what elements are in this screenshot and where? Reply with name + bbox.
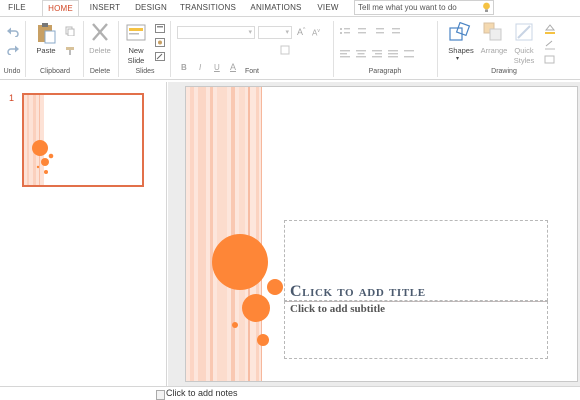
notes-placeholder[interactable]: Click to add notes: [166, 388, 238, 398]
group-paragraph-label: Paragraph: [368, 68, 402, 75]
ribbon: Undo Paste Clipboard Delete Delete New S…: [0, 16, 580, 80]
quick-styles-icon[interactable]: [514, 22, 536, 44]
group-undo-label: Undo: [3, 68, 21, 75]
font-size-select[interactable]: ▾: [258, 26, 292, 39]
quick-styles-label-1[interactable]: Quick: [509, 46, 539, 55]
delete-button-label[interactable]: Delete: [84, 46, 116, 55]
delete-icon[interactable]: [91, 22, 109, 42]
reset-icon[interactable]: [155, 38, 165, 47]
tab-animations[interactable]: ANIMATIONS: [248, 0, 304, 16]
tab-design[interactable]: DESIGN: [132, 0, 170, 16]
new-slide-label-1[interactable]: New: [122, 46, 150, 55]
separator: [333, 21, 334, 77]
ribbon-tabs: FILE HOME INSERT DESIGN TRANSITIONS ANIM…: [0, 0, 580, 16]
group-delete-label: Delete: [89, 68, 111, 75]
notes-toggle-icon[interactable]: [156, 390, 165, 400]
grow-font-icon[interactable]: A^: [297, 27, 305, 37]
group-font-label: Font: [244, 68, 259, 75]
slide-title-placeholder[interactable]: Click to add title: [290, 283, 426, 301]
chevron-down-icon: ▾: [248, 29, 252, 36]
new-slide-label-2[interactable]: Slide: [122, 56, 150, 65]
separator: [437, 21, 438, 77]
redo-icon[interactable]: [7, 45, 19, 55]
slide-thumbnail[interactable]: [22, 93, 144, 187]
tab-file[interactable]: FILE: [2, 0, 32, 16]
shapes-icon[interactable]: [449, 22, 471, 42]
separator: [25, 21, 26, 77]
chevron-down-icon: ▾: [285, 29, 289, 36]
tell-me-search[interactable]: Tell me what you want to do: [354, 0, 494, 15]
tab-insert[interactable]: INSERT: [85, 0, 125, 16]
arrange-button-label[interactable]: Arrange: [477, 46, 511, 55]
tab-view[interactable]: VIEW: [313, 0, 343, 16]
tab-home[interactable]: HOME: [42, 0, 79, 16]
tell-me-placeholder: Tell me what you want to do: [358, 3, 457, 12]
undo-icon[interactable]: [7, 27, 19, 37]
paragraph-controls-icon[interactable]: [340, 28, 428, 68]
layout-icon[interactable]: [155, 24, 165, 33]
paste-icon[interactable]: [36, 22, 56, 44]
notes-bar: Click to add notes: [0, 386, 580, 400]
chevron-down-icon: ▾: [456, 56, 460, 62]
thumbnail-design-graphic: [24, 95, 54, 185]
separator: [118, 21, 119, 77]
quick-styles-label-2[interactable]: Styles: [509, 56, 539, 65]
paste-button-label[interactable]: Paste: [30, 46, 62, 55]
shapes-button-label[interactable]: Shapes: [444, 46, 478, 55]
arrange-icon[interactable]: [483, 22, 503, 42]
group-slides-label: Slides: [135, 68, 155, 75]
shape-fill-icon[interactable]: [544, 24, 556, 34]
slide-subtitle-placeholder[interactable]: Click to add subtitle: [290, 303, 385, 315]
separator: [170, 21, 171, 77]
copy-icon[interactable]: [65, 26, 75, 36]
group-clipboard-label: Clipboard: [40, 68, 70, 75]
tab-transitions[interactable]: TRANSITIONS: [178, 0, 238, 16]
section-icon[interactable]: [155, 52, 165, 61]
font-family-select[interactable]: ▾: [177, 26, 255, 39]
lightbulb-icon: [483, 2, 490, 12]
shrink-font-icon[interactable]: Av: [312, 28, 320, 38]
shape-effects-icon[interactable]: [544, 55, 556, 65]
slide-number: 1: [9, 93, 15, 103]
group-drawing-label: Drawing: [491, 68, 517, 75]
clear-format-icon[interactable]: [280, 45, 290, 55]
slide-canvas[interactable]: Click to add title Click to add subtitle: [185, 86, 578, 382]
new-slide-icon[interactable]: [126, 21, 146, 43]
shape-outline-icon[interactable]: [544, 40, 556, 50]
format-painter-icon[interactable]: [65, 46, 75, 56]
